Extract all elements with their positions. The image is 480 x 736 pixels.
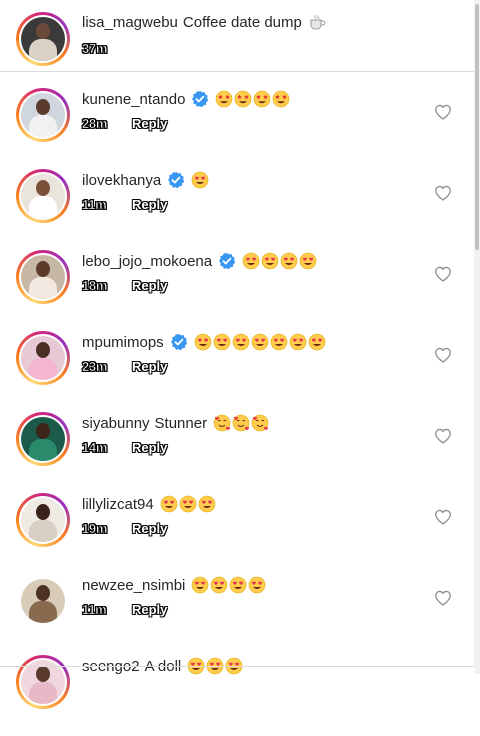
heart-eyes-emoji-icon xyxy=(280,252,298,270)
heart-eyes-emoji-icon xyxy=(191,171,209,189)
heart-eyes-emoji-icon xyxy=(270,333,288,351)
comment-emojis xyxy=(213,414,269,432)
scrollbar-thumb[interactable] xyxy=(475,4,479,250)
comment-avatar[interactable] xyxy=(16,412,70,466)
coffee-emoji-icon xyxy=(308,13,326,31)
comment-row: kunene_ntando 28m Reply xyxy=(0,88,474,169)
comment-avatar[interactable] xyxy=(16,655,70,709)
star-struck-emoji-icon xyxy=(253,90,271,108)
comment-emojis xyxy=(215,90,290,108)
smiling-hearts-emoji-icon xyxy=(232,414,250,432)
heart-eyes-emoji-icon xyxy=(299,252,317,270)
post-caption: lisa_magwebu Coffee date dump 37m xyxy=(0,0,474,72)
heart-eyes-emoji-icon xyxy=(213,333,231,351)
star-struck-emoji-icon xyxy=(234,90,252,108)
heart-eyes-emoji-icon xyxy=(198,495,216,513)
comment-time: 11m xyxy=(82,196,107,212)
heart-eyes-emoji-icon xyxy=(232,333,250,351)
comment-time: 19m xyxy=(82,520,108,536)
comment-username[interactable]: siyabunny xyxy=(82,415,150,432)
comment-username[interactable]: lillylizcat94 xyxy=(82,496,154,513)
comment-username[interactable]: mpumimops xyxy=(82,334,164,351)
like-heart-icon[interactable] xyxy=(434,347,452,363)
like-heart-icon[interactable] xyxy=(434,509,452,525)
comment-row: siyabunny Stunner 14m Reply xyxy=(0,412,474,493)
comment-username[interactable]: kunene_ntando xyxy=(82,91,185,108)
comment-username[interactable]: lebo_jojo_mokoena xyxy=(82,253,212,270)
like-heart-icon[interactable] xyxy=(434,590,452,606)
heart-eyes-emoji-icon xyxy=(251,333,269,351)
comment-avatar[interactable] xyxy=(16,574,70,628)
reply-button[interactable]: Reply xyxy=(132,602,167,617)
comment-username[interactable]: newzee_nsimbi xyxy=(82,577,185,594)
star-struck-emoji-icon xyxy=(215,90,233,108)
comment-text: Stunner xyxy=(154,414,208,432)
like-heart-icon[interactable] xyxy=(434,428,452,444)
heart-eyes-emoji-icon xyxy=(289,333,307,351)
smiling-hearts-emoji-icon xyxy=(213,414,231,432)
comment-emojis xyxy=(194,333,326,351)
comment-time: 28m xyxy=(82,115,108,131)
heart-eyes-emoji-icon xyxy=(229,576,247,594)
heart-eyes-emoji-icon xyxy=(261,252,279,270)
like-heart-icon[interactable] xyxy=(434,185,452,201)
comment-username[interactable]: ilovekhanya xyxy=(82,172,161,189)
verified-badge-icon xyxy=(218,252,236,270)
comment-row: lebo_jojo_mokoena 18m Reply xyxy=(0,250,474,331)
reply-button[interactable]: Reply xyxy=(132,116,167,131)
comment-time: 18m xyxy=(82,277,108,293)
verified-badge-icon xyxy=(170,333,188,351)
comment-avatar[interactable] xyxy=(16,169,70,223)
reply-button[interactable]: Reply xyxy=(132,197,167,212)
caption-avatar[interactable] xyxy=(16,12,70,66)
comment-avatar[interactable] xyxy=(16,88,70,142)
composer-divider xyxy=(0,666,474,667)
reply-button[interactable]: Reply xyxy=(132,440,167,455)
comment-emojis xyxy=(191,576,266,594)
like-heart-icon[interactable] xyxy=(434,266,452,282)
heart-eyes-emoji-icon xyxy=(179,495,197,513)
comment-emojis xyxy=(191,171,209,189)
star-struck-emoji-icon xyxy=(272,90,290,108)
comment-row: seengo2 A doll xyxy=(0,655,474,736)
caption-username[interactable]: lisa_magwebu xyxy=(82,14,178,31)
comment-avatar[interactable] xyxy=(16,493,70,547)
comment-avatar[interactable] xyxy=(16,250,70,304)
heart-eyes-emoji-icon xyxy=(308,333,326,351)
comment-row: lillylizcat94 19m Reply xyxy=(0,493,474,574)
reply-button[interactable]: Reply xyxy=(132,278,167,293)
comment-time: 11m xyxy=(82,601,107,617)
verified-badge-icon xyxy=(191,90,209,108)
caption-text: Coffee date dump xyxy=(182,13,302,31)
comment-emojis xyxy=(242,252,317,270)
heart-eyes-emoji-icon xyxy=(194,333,212,351)
scrollbar[interactable] xyxy=(474,0,480,674)
comment-emojis xyxy=(160,495,216,513)
comment-time: 14m xyxy=(82,439,108,455)
comment-row: newzee_nsimbi 11m Reply xyxy=(0,574,474,655)
like-heart-icon[interactable] xyxy=(434,104,452,120)
heart-eyes-emoji-icon xyxy=(248,576,266,594)
heart-eyes-emoji-icon xyxy=(160,495,178,513)
heart-eyes-emoji-icon xyxy=(210,576,228,594)
heart-eyes-emoji-icon xyxy=(191,576,209,594)
comment-row: ilovekhanya 11m Reply xyxy=(0,169,474,250)
heart-eyes-emoji-icon xyxy=(242,252,260,270)
verified-badge-icon xyxy=(167,171,185,189)
reply-button[interactable]: Reply xyxy=(132,521,167,536)
smiling-hearts-emoji-icon xyxy=(251,414,269,432)
caption-time: 37m xyxy=(82,40,108,56)
comment-time: 23m xyxy=(82,358,108,374)
comment-avatar[interactable] xyxy=(16,331,70,385)
comment-row: mpumimops 23m Reply xyxy=(0,331,474,412)
reply-button[interactable]: Reply xyxy=(132,359,167,374)
